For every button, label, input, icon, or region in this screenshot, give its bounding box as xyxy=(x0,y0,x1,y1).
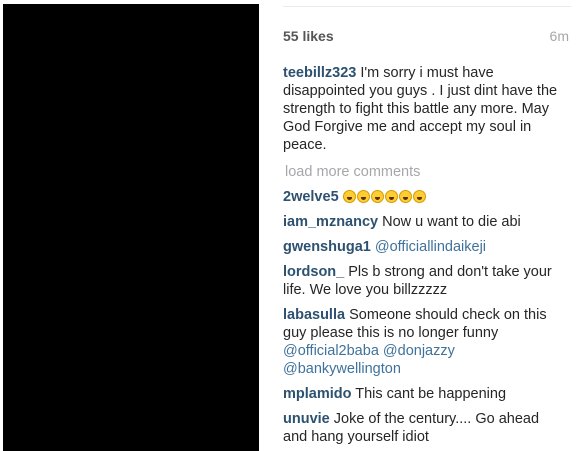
comment-username[interactable]: labasulla xyxy=(283,307,345,323)
post-media[interactable] xyxy=(3,4,259,451)
comment-unuvie: unuvie Joke of the century.... Go ahead … xyxy=(283,410,563,446)
caption-username[interactable]: teebillz323 xyxy=(283,65,356,81)
comment-username[interactable]: mplamido xyxy=(283,386,351,402)
likes-count[interactable]: 55 likes xyxy=(283,28,334,44)
comment-mplamido: mplamido This cant be happening xyxy=(283,385,563,403)
comment-username[interactable]: 2welve5 xyxy=(283,189,339,205)
comment-labasulla: labasulla Someone should check on this g… xyxy=(283,306,563,378)
comment-username[interactable]: lordson_ xyxy=(283,264,344,280)
divider xyxy=(283,6,571,7)
mention-link[interactable]: @officiallindaikeji xyxy=(375,239,486,255)
comment-username[interactable]: iam_mznancy xyxy=(283,214,378,230)
laughing-tears-emoji-icon xyxy=(342,189,427,205)
comment-text: Now u want to die abi xyxy=(382,214,521,230)
comment-text: This cant be happening xyxy=(355,386,507,402)
comment-username[interactable]: gwenshuga1 xyxy=(283,239,371,255)
comment-gwenshuga1: gwenshuga1 @officiallindaikeji xyxy=(283,238,563,256)
comment-iam-mznancy: iam_mznancy Now u want to die abi xyxy=(283,213,563,231)
comment-list: 2welve5 iam_mznancy Now u want to die ab… xyxy=(283,188,571,446)
comment-2welve5: 2welve5 xyxy=(283,188,563,206)
comment-lordson: lordson_ Pls b strong and don't take you… xyxy=(283,263,563,299)
load-more-comments-link[interactable]: load more comments xyxy=(285,164,420,180)
likes-row: 55 likes 6m xyxy=(283,28,569,46)
mention-link[interactable]: @official2baba xyxy=(283,343,379,359)
caption: teebillz323 I'm sorry i must have disapp… xyxy=(283,64,567,154)
mention-link[interactable]: @bankywellington xyxy=(283,361,401,377)
mention-link[interactable]: @donjazzy xyxy=(383,343,455,359)
comments-panel: 55 likes 6m teebillz323 I'm sorry i must… xyxy=(283,0,573,451)
comment-username[interactable]: unuvie xyxy=(283,411,330,427)
post-time: 6m xyxy=(549,28,569,44)
